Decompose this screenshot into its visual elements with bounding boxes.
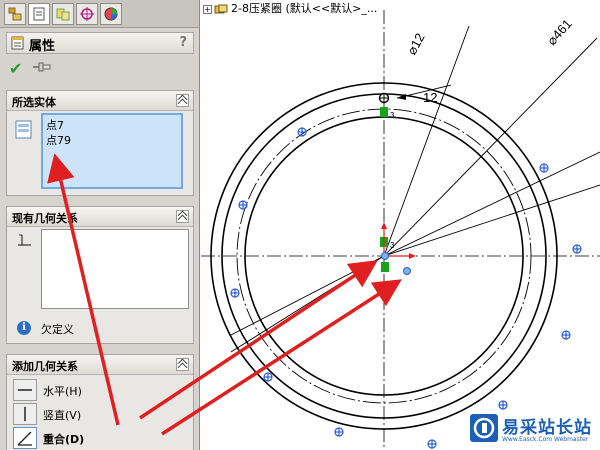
watermark-url: Www.Easck.Com Webmaster	[502, 436, 589, 443]
watermark: 易采站长站 Www.Easck.Com Webmaster	[470, 412, 600, 450]
leader-line	[383, 184, 600, 257]
dim-xpert-tab[interactable]	[76, 3, 98, 25]
relation-label: 重合(D)	[43, 433, 85, 446]
panel-tab-bar	[0, 0, 199, 28]
feature-tree-icon	[8, 7, 22, 21]
feature-tree-flyout[interactable]: +2-8压紧圈 (默认<<默认>_...	[201, 0, 377, 16]
property-manager-title: 属性	[29, 39, 56, 54]
add-relations-group: 添加几何关系 水平(H) 竖直(V) 重合(D)	[6, 354, 194, 450]
list-item[interactable]: 点7	[46, 117, 178, 132]
pushpin-icon[interactable]	[32, 61, 52, 73]
property-icon	[11, 36, 24, 50]
selected-entities-group: 所选实体 点7 点79	[6, 90, 194, 196]
relation-marker[interactable]	[381, 262, 389, 272]
horizontal-icon	[13, 379, 37, 401]
dimension-diameter-12[interactable]: ⌀12	[404, 31, 428, 58]
property-manager-tab[interactable]	[28, 3, 50, 25]
sketch-point[interactable]	[381, 252, 389, 260]
existing-relations-list[interactable]	[41, 229, 189, 309]
add-relations-heading: 添加几何关系	[12, 360, 78, 373]
sketch-canvas[interactable]: ⌀12 ⌀461 12 3 3	[201, 0, 600, 450]
add-vertical-relation-button[interactable]: 竖直(V)	[13, 403, 163, 425]
property-icon	[33, 7, 45, 21]
watermark-text: 易采站长站	[502, 418, 592, 438]
configuration-manager-tab[interactable]	[52, 3, 74, 25]
relation-count: 3	[390, 111, 395, 120]
selected-entities-list[interactable]: 点7 点79	[41, 113, 183, 189]
existing-relations-heading: 现有几何关系	[12, 212, 78, 225]
feature-manager-tab[interactable]	[4, 3, 26, 25]
dimension-12[interactable]: 12	[423, 90, 437, 105]
relation-marker[interactable]	[380, 107, 388, 117]
sketch-status-text: 欠定义	[41, 323, 74, 336]
check-icon[interactable]: ✔	[9, 59, 22, 78]
part-icon	[214, 4, 228, 13]
relation-label: 竖直(V)	[43, 409, 82, 422]
leader-line	[230, 255, 385, 336]
add-coincident-relation-button[interactable]: 重合(D)	[13, 427, 163, 449]
collapse-icon[interactable]	[176, 358, 189, 371]
appearance-ball-icon	[104, 7, 118, 21]
help-button[interactable]: ?	[179, 35, 187, 50]
collapse-icon[interactable]	[176, 210, 189, 223]
expand-icon[interactable]: +	[203, 4, 212, 14]
crosshair-icon	[80, 7, 94, 21]
display-manager-tab[interactable]	[100, 3, 122, 25]
feature-tree-node-label[interactable]: 2-8压紧圈 (默认<<默认>_...	[231, 2, 377, 15]
relation-label: 水平(H)	[43, 385, 82, 398]
existing-relations-header[interactable]: 现有几何关系	[7, 207, 193, 227]
vertical-icon	[13, 403, 37, 425]
graphics-area[interactable]: ⌀12 ⌀461 12 3 3 + 2-8压紧圈 (默认<<默认>_... 易采…	[201, 0, 600, 450]
watermark-logo-icon	[470, 414, 498, 442]
existing-relations-group: 现有几何关系 i 欠定义	[6, 206, 194, 344]
config-icon	[56, 8, 70, 21]
relation-count: 3	[390, 241, 395, 250]
add-relations-header[interactable]: 添加几何关系	[7, 355, 193, 375]
coincident-icon	[13, 427, 37, 449]
collapse-icon[interactable]	[176, 94, 189, 107]
selected-entities-heading: 所选实体	[12, 96, 56, 109]
leader-line	[383, 37, 598, 257]
pattern-points[interactable]	[230, 127, 582, 449]
property-manager-panel: 属性 ? ✔ 所选实体 点7 点79 现有几何关系 i 欠定义 添加几何关系 水…	[0, 0, 200, 450]
selection-list-icon	[15, 120, 32, 139]
info-icon: i	[17, 321, 31, 335]
dimension-diameter-461[interactable]: ⌀461	[544, 16, 575, 48]
relation-icon	[18, 234, 31, 246]
selected-entities-header[interactable]: 所选实体	[7, 91, 193, 111]
list-item[interactable]: 点79	[46, 132, 178, 147]
property-manager-header: 属性 ?	[6, 32, 194, 54]
sketch-point[interactable]	[403, 267, 411, 275]
add-horizontal-relation-button[interactable]: 水平(H)	[13, 379, 163, 401]
